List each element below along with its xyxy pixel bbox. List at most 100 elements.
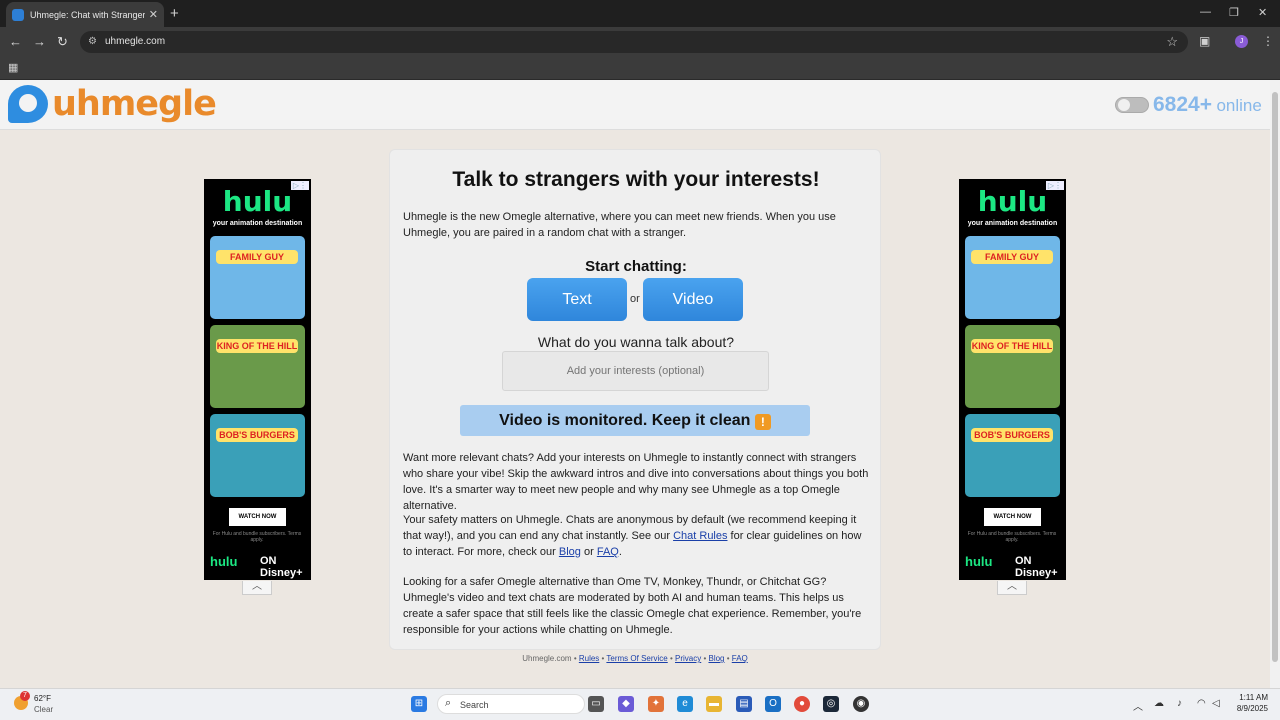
scrollbar-thumb[interactable] [1272,92,1278,662]
ad-fine-print: For Hulu and bundle subscribers. Terms a… [212,531,302,543]
site-header: uhmegle 6824+ online [0,80,1270,130]
ad-bottom-brand: hulu [210,554,238,569]
alternative-paragraph: Looking for a safer Omegle alternative t… [403,576,862,636]
new-tab-button[interactable]: + [170,5,179,22]
site-info-icon[interactable]: ⚙ [88,36,97,47]
chat-app-icon[interactable]: ◆ [618,696,634,712]
footer-blog-link[interactable]: Blog [708,654,724,663]
ad-show-panel: FAMILY GUY [965,236,1060,319]
site-footer: Uhmegle.com • Rules • Terms Of Service •… [0,654,1270,663]
outlook-icon[interactable]: O [765,696,781,712]
address-bar[interactable]: ⚙ uhmegle.com ☆ [80,31,1188,53]
back-icon[interactable]: ← [9,34,22,49]
monitor-text: Video is monitored. Keep it clean [499,412,751,429]
safety-text: . [618,546,622,558]
search-placeholder: Search [460,700,489,710]
bookmarks-bar [0,57,1280,80]
ad-watch-now-button[interactable]: WATCH NOW [229,508,286,526]
system-clock[interactable]: 1:11 AM 8/9/2025 [1226,692,1268,714]
profile-avatar[interactable]: J [1235,35,1248,48]
video-monitored-notice: Video is monitored. Keep it clean ! [460,405,810,436]
page-scrollbar[interactable] [1270,80,1280,688]
window-close-icon[interactable]: ✕ [1258,6,1267,19]
ad-show-panel: BOB'S BURGERS [210,414,305,497]
start-icon[interactable]: ⊞ [411,696,427,712]
ad-show-panel: KING OF THE HILL [210,325,305,408]
faq-link[interactable]: FAQ [597,546,619,558]
online-count: 6824+ [1153,93,1212,116]
footer-privacy-link[interactable]: Privacy [675,654,701,663]
dark-mode-toggle[interactable] [1115,97,1149,113]
ad-partner: ON Disney+ [260,555,303,579]
task-view-icon[interactable]: ▭ [588,696,604,712]
footer-separator: • [571,654,579,663]
ad-tagline: your animation destination [212,220,303,227]
safety-text: or [580,546,597,558]
taskbar-search[interactable]: ⌕ Search [437,694,585,714]
forward-icon[interactable]: → [33,34,46,49]
start-chatting-label: Start chatting: [585,258,687,275]
ad-show-panel: KING OF THE HILL [965,325,1060,408]
tray-chevron-icon[interactable]: ︿ [1133,698,1143,713]
ad-show-panel: FAMILY GUY [210,236,305,319]
ad-bottom-brand: hulu [965,554,993,569]
tab-search-icon[interactable]: ▣ [1199,34,1210,48]
ad-collapse-chevron-icon[interactable]: ︿ [242,581,272,595]
ad-show-title: BOB'S BURGERS [216,428,298,442]
page-title: Talk to strangers with your interests! [452,168,820,191]
interests-question: What do you wanna talk about? [537,334,735,350]
wifi-icon[interactable]: ◠ [1197,698,1206,709]
text-chat-button[interactable]: Text [527,278,627,321]
ad-show-title: BOB'S BURGERS [971,428,1053,442]
browser-tab[interactable]: Uhmegle: Chat with Strangers | ✕ [6,2,164,27]
edge-icon[interactable]: e [677,696,693,712]
footer-separator: • [667,654,675,663]
ad-partner: ON Disney+ [1015,555,1058,579]
site-favicon-icon [12,8,24,21]
reload-icon[interactable]: ↻ [57,34,68,50]
app-icon[interactable]: ◉ [853,696,869,712]
ad-fine-print: For Hulu and bundle subscribers. Terms a… [967,531,1057,543]
ad-watch-now-button[interactable]: WATCH NOW [984,508,1041,526]
footer-rules-link[interactable]: Rules [579,654,599,663]
interests-input[interactable] [502,351,769,391]
interests-paragraph: Want more relevant chats? Add your inter… [403,452,869,512]
site-logo[interactable]: uhmegle [52,84,217,124]
copilot-icon[interactable]: ✦ [648,696,664,712]
footer-faq-link[interactable]: FAQ [732,654,748,663]
cloud-icon[interactable]: ☁ [1154,698,1164,709]
steam-icon[interactable]: ◎ [823,696,839,712]
blog-link[interactable]: Blog [559,546,581,558]
restore-icon[interactable]: ❐ [1229,6,1239,19]
bookmark-star-icon[interactable]: ☆ [1166,34,1178,50]
volume-icon[interactable]: ◁ [1212,698,1220,709]
main-card: Talk to strangers with your interests! U… [389,149,881,650]
footer-terms-link[interactable]: Terms Of Service [606,654,667,663]
clock-time: 1:11 AM [1239,693,1268,702]
or-label: or [630,293,640,305]
ad-collapse-chevron-icon[interactable]: ︿ [997,581,1027,595]
clock-date: 8/9/2025 [1236,704,1268,713]
weather-condition: Clear [34,705,54,714]
logo-icon[interactable] [8,85,48,123]
right-ad-banner[interactable]: ▷⋮ hulu your animation destination FAMIL… [959,179,1066,580]
intro-text: Uhmegle is the new Omegle alternative, w… [403,211,836,239]
online-label: online [1216,96,1262,115]
close-tab-icon[interactable]: ✕ [149,8,158,21]
apps-grid-icon[interactable]: ▦ [8,61,18,74]
chrome-icon[interactable]: ● [794,696,810,712]
left-ad-banner[interactable]: ▷⋮ hulu your animation destination FAMIL… [204,179,311,580]
safety-paragraph: Your safety matters on Uhmegle. Chats ar… [403,512,871,560]
windows-taskbar: 62°F Clear [0,688,1280,720]
file-explorer-icon[interactable]: ▬ [706,696,722,712]
minimize-icon[interactable]: — [1200,6,1211,18]
microphone-icon[interactable]: ♪ [1177,698,1182,709]
ad-show-title: KING OF THE HILL [971,339,1053,353]
footer-separator: • [724,654,732,663]
ad-brand: hulu [222,185,293,218]
menu-icon[interactable]: ⋮ [1262,34,1274,48]
store-icon[interactable]: ▤ [736,696,752,712]
video-chat-button[interactable]: Video [643,278,743,321]
footer-site: Uhmegle.com [522,654,572,663]
chat-rules-link[interactable]: Chat Rules [673,530,727,542]
